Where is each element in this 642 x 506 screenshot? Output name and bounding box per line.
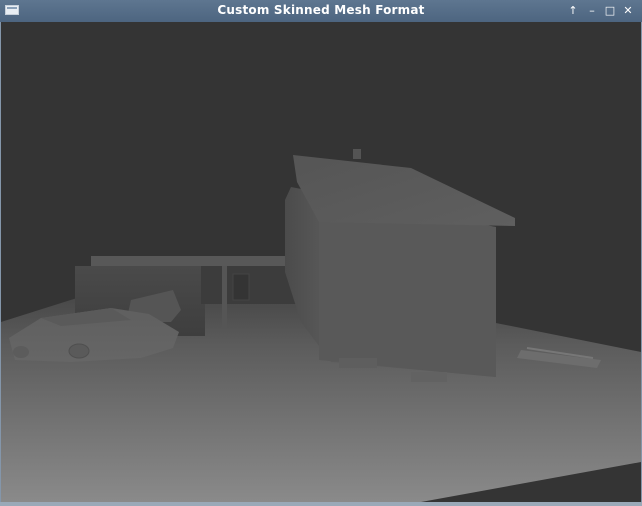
car-wheel-front [13,346,29,358]
window-bottom-border [0,502,642,506]
shade-button[interactable]: ↑ [566,4,580,18]
house-door [232,273,250,301]
house-wall [319,206,496,377]
chimney [353,149,361,159]
window-title: Custom Skinned Mesh Format [217,3,425,17]
front-step [339,358,377,368]
carport-post [222,266,227,328]
maximize-button[interactable]: □ [603,4,617,18]
title-bar[interactable]: Custom Skinned Mesh Format ↑ – □ ✕ [0,0,642,23]
close-button[interactable]: ✕ [621,4,635,18]
car-wheel [68,343,90,359]
minimize-button[interactable]: – [585,4,599,18]
render-viewport[interactable] [1,22,641,502]
crate [411,372,447,382]
3d-scene [1,22,641,502]
application-window: Custom Skinned Mesh Format ↑ – □ ✕ [0,0,642,506]
